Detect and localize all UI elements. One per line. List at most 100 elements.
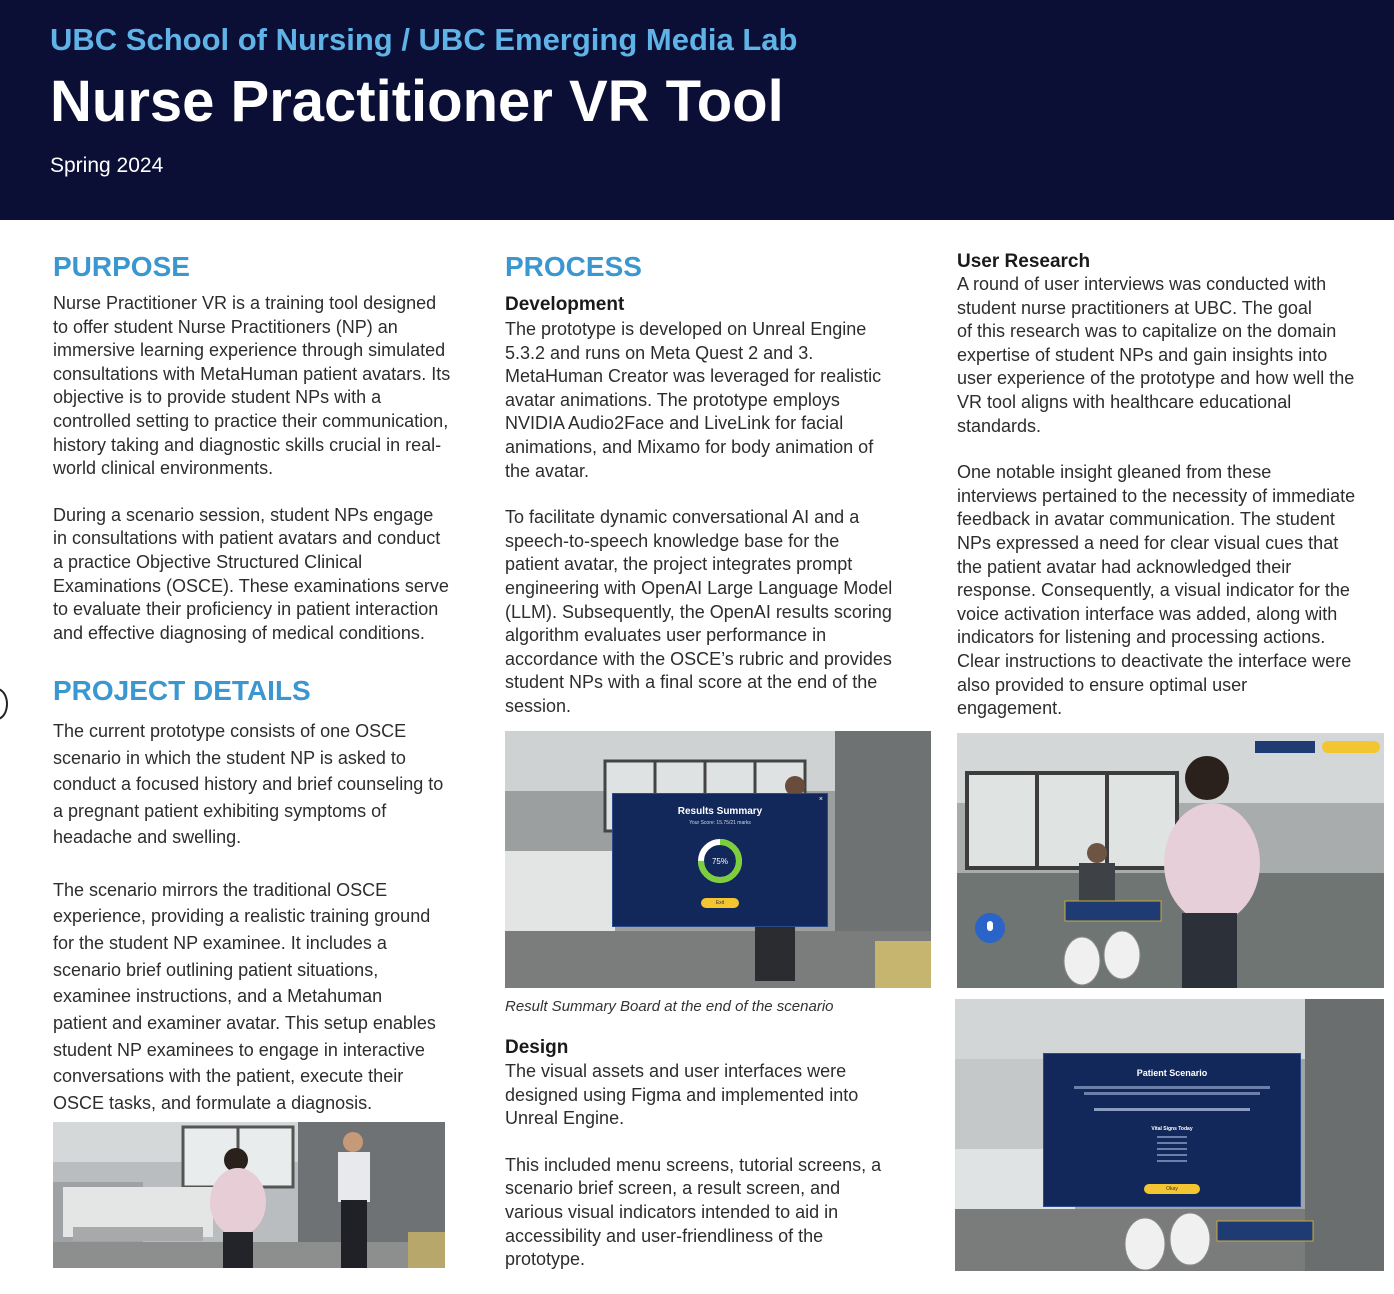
scenario-okay-button[interactable]: Okay xyxy=(1144,1184,1200,1194)
text-line: student nurse practitioners at UBC. The … xyxy=(957,297,1312,318)
text-line: world clinical environments. xyxy=(53,458,274,479)
text-line: feedback in avatar communication. The st… xyxy=(957,509,1335,530)
text-line: Nurse Practitioner VR is a training tool… xyxy=(53,293,437,313)
project-details-paragraph-2: The scenario mirrors the traditional OSC… xyxy=(53,877,493,1117)
text-line: avatar animations. The prototype employs xyxy=(505,389,840,410)
date-label: Spring 2024 xyxy=(50,154,164,177)
text-line: Clear instructions to deactivate the int… xyxy=(957,650,1352,671)
development-paragraph-2: To facilitate dynamic conversational AI … xyxy=(505,506,935,718)
text-line: for the student NP examinee. It includes… xyxy=(53,932,387,953)
purpose-paragraph-1: Nurse Practitioner VR is a training tool… xyxy=(53,292,493,481)
development-heading: Development xyxy=(505,294,625,315)
text-line: examinee instructions, and a Metahuman xyxy=(53,986,383,1007)
text-line: indicators for listening and processing … xyxy=(957,627,1326,648)
design-paragraph-1: The visual assets and user interfaces we… xyxy=(505,1060,935,1131)
text-line: accordance with the OSCE’s rubric and pr… xyxy=(505,648,892,669)
text-line: speech-to-speech knowledge base for the xyxy=(505,530,840,551)
text-line: VR tool aligns with healthcare education… xyxy=(957,391,1292,412)
text-line: Unreal Engine. xyxy=(505,1108,625,1129)
user-research-section: User Research A round of user interviews… xyxy=(957,251,1394,721)
scenario-text-line xyxy=(1094,1108,1250,1111)
scenario-text-line xyxy=(1074,1086,1270,1089)
text-line: student NPs with a final score at the en… xyxy=(505,672,878,693)
text-line: (LLM). Subsequently, the OpenAI results … xyxy=(505,601,892,622)
text-line: The scenario mirrors the traditional OSC… xyxy=(53,879,388,900)
design-heading: Design xyxy=(505,1037,569,1058)
text-line: various visual indicators intended to ai… xyxy=(505,1201,839,1222)
process-section: PROCESS Development The prototype is dev… xyxy=(505,252,935,719)
text-line: This included menu screens, tutorial scr… xyxy=(505,1154,882,1175)
text-line: and effective diagnosing of medical cond… xyxy=(53,622,425,643)
text-line: scenario in which the student NP is aske… xyxy=(53,747,406,768)
text-line: history taking and diagnostic skills cru… xyxy=(53,434,442,455)
vital-signs-heading: Vital Signs Today xyxy=(1151,1126,1193,1132)
text-line: to evaluate their proficiency in patient… xyxy=(53,599,439,620)
text-line: algorithm evaluates user performance in xyxy=(505,625,827,646)
text-line: to offer student Nurse Practitioners (NP… xyxy=(53,316,398,337)
close-icon[interactable]: × xyxy=(819,796,823,803)
text-line: objective is to provide student NPs with… xyxy=(53,387,382,408)
text-line: in consultations with patient avatars an… xyxy=(53,528,441,549)
scenario-text-line xyxy=(1084,1092,1260,1095)
text-line: To facilitate dynamic conversational AI … xyxy=(505,507,860,528)
text-line: conversations with the patient, execute … xyxy=(53,1066,404,1087)
text-line: a practice Objective Structured Clinical xyxy=(53,551,363,572)
result-image-caption: Result Summary Board at the end of the s… xyxy=(505,998,834,1015)
text-line: Examinations (OSCE). These examinations … xyxy=(53,575,449,596)
text-line: headache and swelling. xyxy=(53,827,242,847)
text-line: NPs expressed a need for clear visual cu… xyxy=(957,532,1339,553)
text-line: prototype. xyxy=(505,1249,586,1270)
text-line: patient and examiner avatar. This setup … xyxy=(53,1013,436,1034)
text-line: scenario brief outlining patient situati… xyxy=(53,959,379,980)
text-line: patient avatar, the project integrates p… xyxy=(505,554,853,575)
text-line: animations, and Mixamo for body animatio… xyxy=(505,436,874,457)
text-line: interviews pertained to the necessity of… xyxy=(957,485,1356,506)
text-line: user experience of the prototype and how… xyxy=(957,368,1355,389)
page-title: Nurse Practitioner VR Tool xyxy=(50,69,784,134)
text-line: voice activation interface was added, al… xyxy=(957,603,1338,624)
text-line: the patient avatar had acknowledged thei… xyxy=(957,556,1292,577)
text-line: conduct a focused history and brief coun… xyxy=(53,774,444,794)
score-ring: 75% xyxy=(698,839,742,883)
text-line: experience, providing a realistic traini… xyxy=(53,906,431,927)
text-line: 5.3.2 and runs on Meta Quest 2 and 3. xyxy=(505,342,814,363)
process-heading: PROCESS xyxy=(505,251,642,282)
score-percent: 75% xyxy=(712,857,728,866)
design-section: Design The visual assets and user interf… xyxy=(505,1037,935,1272)
text-line: the avatar. xyxy=(505,460,590,481)
text-line: session. xyxy=(505,695,572,716)
text-line: response. Consequently, a visual indicat… xyxy=(957,580,1350,601)
patient-scenario-panel: Patient Scenario Vital Signs Today Okay xyxy=(1043,1053,1301,1207)
organization-title: UBC School of Nursing / UBC Emerging Med… xyxy=(50,22,798,57)
results-summary-panel: Results Summary Your Score: 15.75/21 mar… xyxy=(612,793,828,927)
purpose-paragraph-2: During a scenario session, student NPs e… xyxy=(53,504,493,646)
text-line: also provided to ensure optimal user xyxy=(957,674,1248,695)
text-line: accessibility and user-friendliness of t… xyxy=(505,1225,824,1246)
text-line: During a scenario session, student NPs e… xyxy=(53,504,434,525)
purpose-section: PURPOSE Nurse Practitioner VR is a train… xyxy=(53,252,493,645)
text-line: A round of user interviews was conducted… xyxy=(957,274,1327,294)
user-research-heading: User Research xyxy=(957,251,1091,272)
text-line: scenario brief screen, a result screen, … xyxy=(505,1178,841,1199)
text-line: standards. xyxy=(957,415,1042,436)
header-banner: UBC School of Nursing / UBC Emerging Med… xyxy=(0,0,1394,220)
text-line: student NP examinees to engage in intera… xyxy=(53,1039,425,1060)
results-exit-button[interactable]: Exit xyxy=(701,898,739,908)
text-line: One notable insight gleaned from these xyxy=(957,462,1272,483)
text-line: The prototype is developed on Unreal Eng… xyxy=(505,319,867,339)
results-summary-title: Results Summary xyxy=(677,806,763,817)
text-line: a pregnant patient exhibiting symptoms o… xyxy=(53,800,387,821)
project-details-paragraph-1: The current prototype consists of one OS… xyxy=(53,718,493,851)
text-line: engineering with OpenAI Large Language M… xyxy=(505,577,893,598)
text-line: expertise of student NPs and gain insigh… xyxy=(957,344,1328,365)
text-line: NVIDIA Audio2Face and LiveLink for facia… xyxy=(505,413,844,434)
text-line: controlled setting to practice their com… xyxy=(53,410,449,431)
text-line: The visual assets and user interfaces we… xyxy=(505,1061,847,1081)
text-line: MetaHuman Creator was leveraged for real… xyxy=(505,366,882,387)
user-research-paragraph-2: One notable insight gleaned from these in… xyxy=(957,461,1394,721)
text-line: designed using Figma and implemented int… xyxy=(505,1084,859,1105)
design-paragraph-2: This included menu screens, tutorial scr… xyxy=(505,1154,935,1272)
development-paragraph-1: The prototype is developed on Unreal Eng… xyxy=(505,318,935,483)
project-details-section: PROJECT DETAILS The current prototype co… xyxy=(53,676,493,1117)
vital-signs-list xyxy=(1157,1136,1187,1164)
